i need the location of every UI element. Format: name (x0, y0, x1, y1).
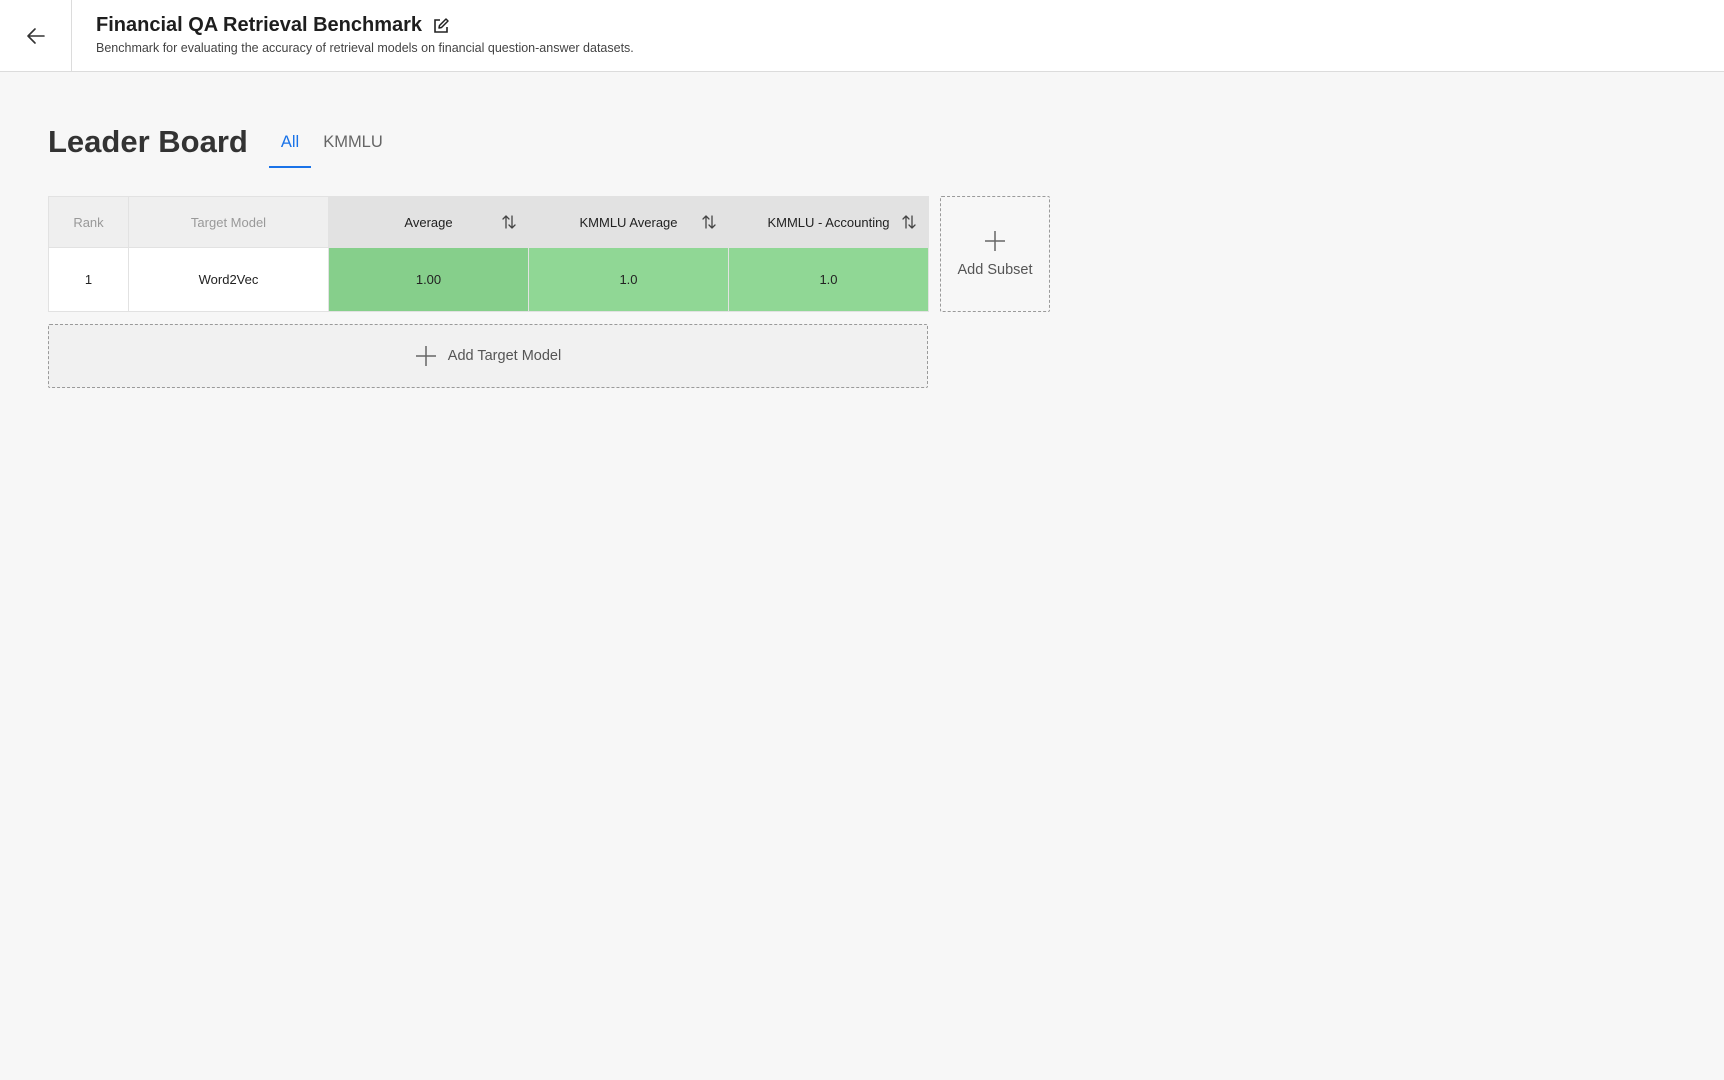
column-header-target-model: Target Model (128, 196, 329, 248)
table-row[interactable]: 1 Word2Vec 1.00 1.0 1.0 (48, 247, 929, 312)
page-description: Benchmark for evaluating the accuracy of… (96, 41, 634, 55)
sort-icon[interactable] (902, 214, 916, 230)
tab-kmmlu[interactable]: KMMLU (311, 120, 395, 164)
add-target-model-button[interactable]: Add Target Model (48, 324, 928, 388)
add-subset-button[interactable]: Add Subset (940, 196, 1050, 312)
top-bar: Financial QA Retrieval Benchmark Benchma… (0, 0, 1724, 72)
sort-icon[interactable] (502, 214, 516, 230)
column-header-average[interactable]: Average (328, 196, 529, 248)
plus-icon (984, 230, 1006, 252)
edit-icon[interactable] (432, 17, 450, 35)
column-header-kmmlu-accounting[interactable]: KMMLU - Accounting (728, 196, 929, 248)
column-header-kmmlu-average[interactable]: KMMLU Average (528, 196, 729, 248)
leaderboard-title: Leader Board (48, 124, 248, 159)
sort-icon[interactable] (702, 214, 716, 230)
add-subset-label: Add Subset (957, 262, 1033, 278)
average-score-cell: 1.00 (328, 247, 529, 312)
page-title: Financial QA Retrieval Benchmark (96, 14, 423, 36)
subset-tabs: All KMMLU (268, 120, 395, 168)
target-model-cell: Word2Vec (128, 247, 329, 312)
rank-cell: 1 (48, 247, 129, 312)
plus-icon (415, 345, 437, 367)
kmmlu-average-score-cell: 1.0 (528, 247, 729, 312)
column-header-rank: Rank (48, 196, 129, 248)
tab-all[interactable]: All (268, 120, 312, 168)
table-header-row: Rank Target Model Average KMMLU Average … (48, 196, 929, 248)
kmmlu-accounting-score-cell: 1.0 (728, 247, 929, 312)
back-button[interactable] (0, 0, 72, 71)
leaderboard-table: Rank Target Model Average KMMLU Average … (48, 196, 929, 312)
arrow-left-icon (25, 25, 47, 47)
add-target-model-label: Add Target Model (447, 348, 562, 364)
